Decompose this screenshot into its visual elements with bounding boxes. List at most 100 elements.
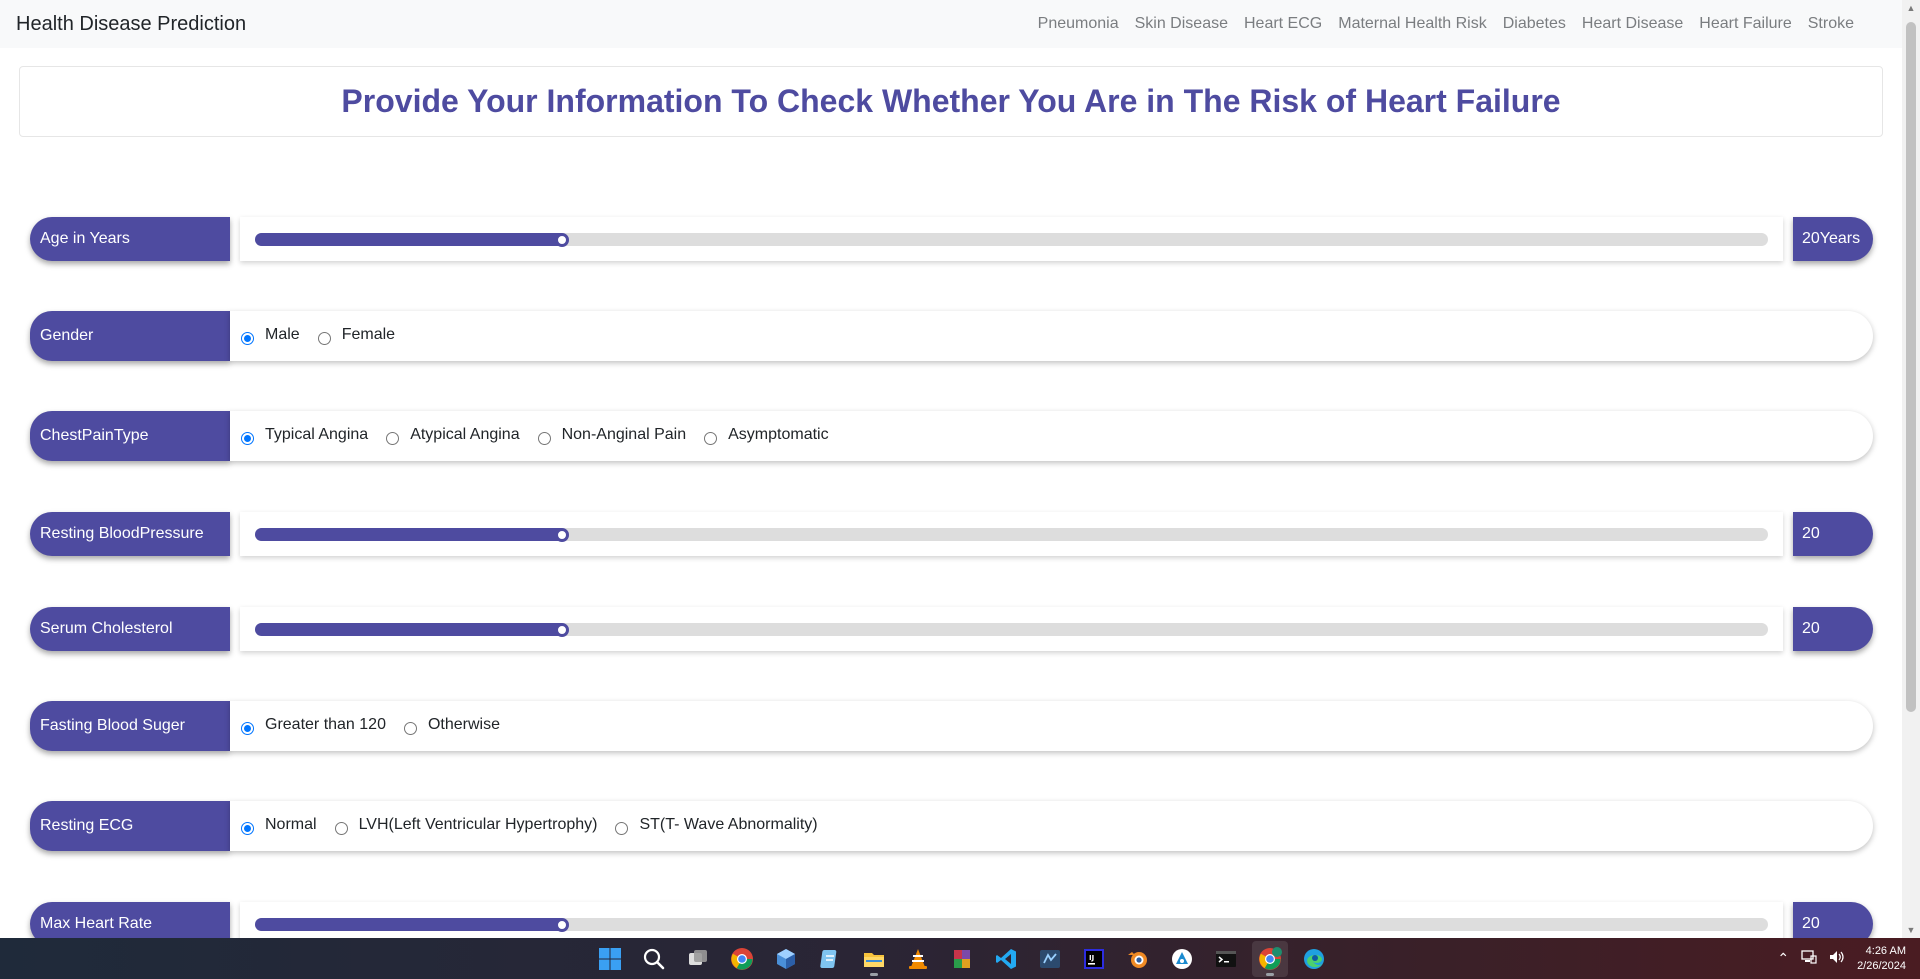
chrome-open-indicator — [1266, 972, 1274, 976]
nav-link-heart-disease[interactable]: Heart Disease — [1574, 15, 1691, 33]
otherwise-radio[interactable] — [403, 722, 417, 735]
fasting-bs-label: Fasting Blood Suger — [30, 701, 230, 751]
taskbar-clock[interactable]: 4:26 AM 2/26/2024 — [1857, 944, 1906, 974]
resting-bp-label: Resting BloodPressure — [30, 512, 230, 556]
resting-bp-value: 20 — [1793, 512, 1873, 556]
resting-ecg-option-normal[interactable]: Normal — [241, 814, 317, 835]
network-icon[interactable] — [1801, 950, 1817, 967]
command-prompt-icon[interactable] — [1208, 941, 1244, 977]
max-hr-slider-thumb[interactable] — [555, 917, 570, 932]
gender-row: Gender Male Female — [30, 311, 1873, 361]
scroll-down-arrow-icon[interactable]: ▼ — [1902, 922, 1920, 938]
chest-pain-option-typical-angina[interactable]: Typical Angina — [241, 424, 368, 445]
scroll-thumb[interactable] — [1906, 22, 1916, 712]
page: Health Disease Prediction Pneumonia Skin… — [0, 0, 1920, 979]
chrome-icon[interactable] — [724, 941, 760, 977]
taskbar: IJ ⌃ 4:26 AM 2/26/2024 — [0, 938, 1920, 979]
max-hr-slider-fill — [255, 918, 563, 931]
clock-date: 2/26/2024 — [1857, 959, 1906, 972]
resting-ecg-option-st[interactable]: ST(T- Wave Abnormality) — [615, 814, 818, 835]
volume-icon[interactable] — [1829, 950, 1845, 967]
task-view-icon[interactable] — [680, 941, 716, 977]
non-anginal-pain-radio[interactable] — [537, 432, 551, 445]
age-slider[interactable] — [240, 217, 1783, 261]
cholesterol-slider[interactable] — [240, 607, 1783, 651]
app-cube-icon[interactable] — [768, 941, 804, 977]
heading-card: Provide Your Information To Check Whethe… — [19, 66, 1883, 137]
resting-bp-slider-thumb[interactable] — [555, 527, 570, 542]
nav-link-heart-failure[interactable]: Heart Failure — [1691, 15, 1799, 33]
taskbar-icons: IJ — [592, 938, 1332, 979]
edge-icon[interactable] — [1296, 941, 1332, 977]
arduino-icon[interactable] — [1164, 941, 1200, 977]
age-row: Age in Years 20Years — [30, 217, 1873, 261]
chest-pain-option-asymptomatic[interactable]: Asymptomatic — [704, 424, 829, 445]
greater-than-120-radio[interactable] — [241, 722, 254, 735]
resting-ecg-label: Resting ECG — [30, 801, 230, 851]
cholesterol-row: Serum Cholesterol 20 — [30, 607, 1873, 651]
winrar-icon[interactable] — [944, 941, 980, 977]
chest-pain-row: ChestPainType Typical Angina Atypical An… — [30, 411, 1873, 461]
atypical-angina-radio[interactable] — [386, 432, 400, 445]
cholesterol-slider-thumb[interactable] — [555, 622, 570, 637]
cholesterol-slider-track[interactable] — [255, 622, 1768, 637]
age-slider-thumb[interactable] — [555, 232, 570, 247]
asymptomatic-radio[interactable] — [704, 432, 718, 445]
nav-link-heart-ecg[interactable]: Heart ECG — [1236, 15, 1330, 33]
nav-link-skin-disease[interactable]: Skin Disease — [1127, 15, 1236, 33]
age-label: Age in Years — [30, 217, 230, 261]
page-scrollbar[interactable]: ▲ ▼ — [1902, 0, 1920, 938]
vscode-icon[interactable] — [988, 941, 1024, 977]
system-tray: ⌃ 4:26 AM 2/26/2024 — [1777, 938, 1906, 979]
page-title: Provide Your Information To Check Whethe… — [341, 83, 1561, 119]
gender-female-radio[interactable] — [317, 332, 331, 345]
vlc-icon[interactable] — [900, 941, 936, 977]
scroll-up-arrow-icon[interactable]: ▲ — [1902, 0, 1920, 16]
cholesterol-label: Serum Cholesterol — [30, 607, 230, 651]
ecg-lvh-radio[interactable] — [334, 822, 348, 835]
age-value: 20Years — [1793, 217, 1873, 261]
typical-angina-radio[interactable] — [241, 432, 254, 445]
gender-male-radio[interactable] — [241, 332, 254, 345]
nav-link-diabetes[interactable]: Diabetes — [1495, 15, 1574, 33]
cholesterol-slider-fill — [255, 623, 563, 636]
blender-icon[interactable] — [1120, 941, 1156, 977]
search-icon[interactable] — [636, 941, 672, 977]
fasting-bs-radio-group: Greater than 120 Otherwise — [230, 701, 1873, 751]
chest-pain-option-atypical-angina[interactable]: Atypical Angina — [386, 424, 520, 445]
gender-option-male[interactable]: Male — [241, 324, 300, 345]
nav-link-stroke[interactable]: Stroke — [1800, 15, 1862, 33]
jetbrains-icon[interactable]: IJ — [1076, 941, 1112, 977]
gender-radio-group: Male Female — [230, 311, 1873, 361]
fasting-bs-row: Fasting Blood Suger Greater than 120 Oth… — [30, 701, 1873, 751]
explorer-open-indicator — [870, 972, 878, 976]
gender-option-female[interactable]: Female — [317, 324, 395, 345]
age-slider-fill — [255, 233, 563, 246]
windows-start-icon[interactable] — [592, 941, 628, 977]
notepad-icon[interactable] — [812, 941, 848, 977]
nav-link-maternal-health-risk[interactable]: Maternal Health Risk — [1330, 15, 1495, 33]
navbar: Health Disease Prediction Pneumonia Skin… — [0, 0, 1902, 48]
chevron-up-icon[interactable]: ⌃ — [1777, 950, 1789, 967]
brand-title[interactable]: Health Disease Prediction — [16, 13, 246, 36]
fasting-bs-option-otherwise[interactable]: Otherwise — [403, 714, 500, 735]
age-slider-track[interactable] — [255, 232, 1768, 247]
resting-bp-slider[interactable] — [240, 512, 1783, 556]
resting-ecg-radio-group: Normal LVH(Left Ventricular Hypertrophy)… — [230, 801, 1873, 851]
ecg-st-radio[interactable] — [615, 822, 629, 835]
clock-time: 4:26 AM — [1865, 944, 1906, 957]
nav-link-pneumonia[interactable]: Pneumonia — [1030, 15, 1127, 33]
ecg-normal-radio[interactable] — [241, 822, 254, 835]
resting-ecg-option-lvh[interactable]: LVH(Left Ventricular Hypertrophy) — [334, 814, 597, 835]
max-hr-slider-track[interactable] — [255, 917, 1768, 932]
fasting-bs-option-greater-than-120[interactable]: Greater than 120 — [241, 714, 386, 735]
chest-pain-radio-group: Typical Angina Atypical Angina Non-Angin… — [230, 411, 1873, 461]
svg-text:IJ: IJ — [1089, 954, 1094, 962]
cholesterol-value: 20 — [1793, 607, 1873, 651]
chest-pain-option-non-anginal-pain[interactable]: Non-Anginal Pain — [537, 424, 686, 445]
chest-pain-label: ChestPainType — [30, 411, 230, 461]
file-explorer-icon[interactable] — [856, 941, 892, 977]
terminal-app-icon[interactable] — [1032, 941, 1068, 977]
chrome-profile-icon[interactable] — [1252, 940, 1288, 977]
resting-bp-slider-track[interactable] — [255, 527, 1768, 542]
